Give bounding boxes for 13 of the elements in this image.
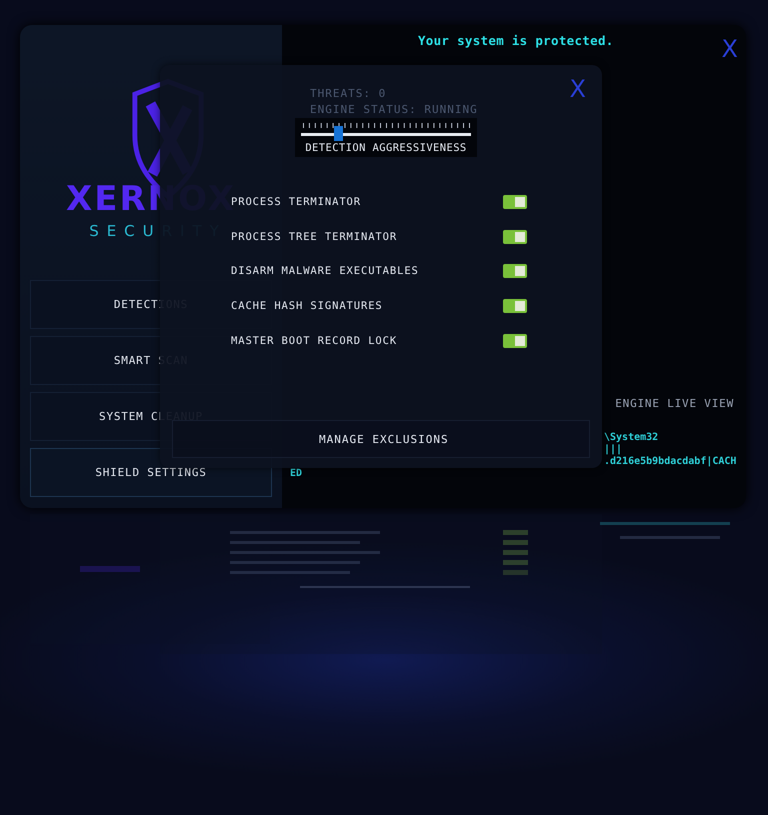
log-line: .d216e5b9bdacdabf|CACH: [604, 456, 738, 468]
status-message: Your system is protected.: [416, 33, 615, 48]
status-text: ENGINE STATUS: RUNNING: [310, 103, 478, 116]
option-label: MASTER BOOT RECORD LOCK: [231, 334, 398, 347]
option-label: PROCESS TREE TERMINATOR: [231, 230, 398, 243]
option-label: DISARM MALWARE EXECUTABLES: [231, 265, 419, 278]
log-line: |||: [604, 444, 624, 456]
slider-label: DETECTION AGGRESSIVENESS: [305, 142, 467, 154]
status-text: THREATS: 0: [310, 87, 386, 100]
option-label: CACHE HASH SIGNATURES: [231, 300, 383, 312]
log-line: \System32: [604, 432, 660, 444]
section-title: ENGINE LIVE VIEW: [614, 397, 734, 410]
log-line: ED: [290, 468, 304, 480]
